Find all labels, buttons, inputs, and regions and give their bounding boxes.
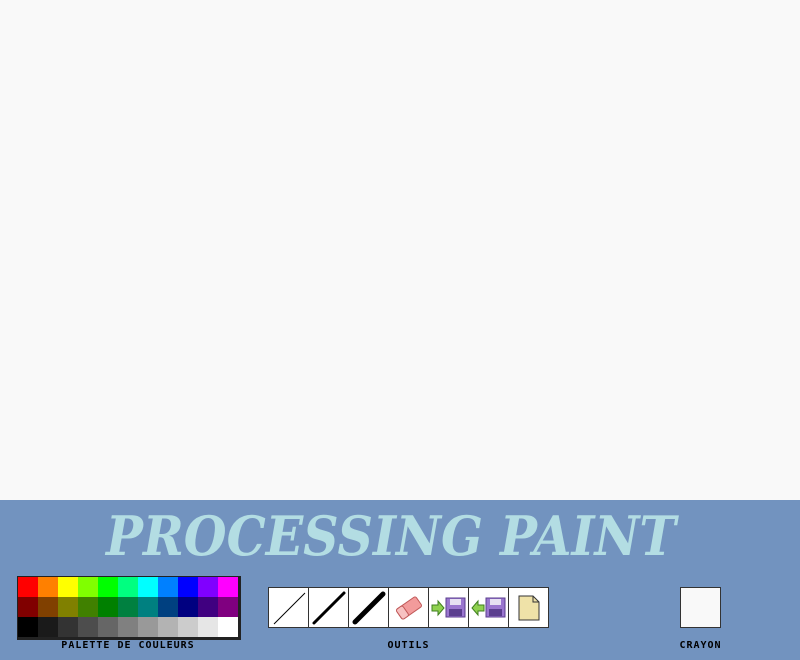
thin-line-icon <box>273 592 305 624</box>
color-swatch[interactable] <box>218 617 238 637</box>
color-swatch[interactable] <box>98 617 118 637</box>
save-icon <box>431 597 465 617</box>
color-swatch[interactable] <box>218 597 238 617</box>
color-swatch[interactable] <box>18 577 38 597</box>
color-swatch[interactable] <box>98 597 118 617</box>
color-palette <box>17 576 241 640</box>
color-swatch[interactable] <box>58 577 78 597</box>
color-swatch[interactable] <box>78 597 98 617</box>
color-swatch[interactable] <box>138 577 158 597</box>
pencil-color-preview <box>680 587 721 628</box>
eraser-icon <box>395 595 422 620</box>
medium-line-icon <box>312 591 345 624</box>
medium-line-tool[interactable] <box>308 587 349 628</box>
new-page-tool[interactable] <box>508 587 549 628</box>
color-swatch[interactable] <box>178 577 198 597</box>
color-swatch[interactable] <box>118 577 138 597</box>
color-swatch[interactable] <box>158 577 178 597</box>
thick-line-tool[interactable] <box>348 587 389 628</box>
color-swatch[interactable] <box>158 617 178 637</box>
color-swatch[interactable] <box>198 597 218 617</box>
color-swatch[interactable] <box>18 617 38 637</box>
color-swatch[interactable] <box>38 577 58 597</box>
color-swatch[interactable] <box>158 597 178 617</box>
load-tool[interactable] <box>468 587 509 628</box>
color-swatch[interactable] <box>138 597 158 617</box>
color-swatch[interactable] <box>198 617 218 637</box>
color-swatch[interactable] <box>78 617 98 637</box>
tools-label: OUTILS <box>387 640 430 651</box>
eraser-tool[interactable] <box>388 587 429 628</box>
color-swatch[interactable] <box>178 597 198 617</box>
color-swatch[interactable] <box>98 577 118 597</box>
color-swatch[interactable] <box>78 577 98 597</box>
tools-toolbar <box>268 587 549 628</box>
color-swatch[interactable] <box>118 617 138 637</box>
color-swatch[interactable] <box>58 617 78 637</box>
color-swatch[interactable] <box>38 617 58 637</box>
thick-line-icon <box>352 591 385 624</box>
load-icon <box>470 597 505 617</box>
app-title: PROCESSING PAINT <box>0 508 800 564</box>
pencil-label: CRAYON <box>679 640 722 651</box>
thin-line-tool[interactable] <box>268 587 309 628</box>
color-swatch[interactable] <box>178 617 198 637</box>
color-swatch[interactable] <box>18 597 38 617</box>
app-title-text: PROCESSING PAINT <box>104 508 679 564</box>
color-swatch[interactable] <box>38 597 58 617</box>
color-swatch[interactable] <box>138 617 158 637</box>
save-tool[interactable] <box>428 587 469 628</box>
palette-label: PALETTE DE COULEURS <box>61 640 195 651</box>
color-swatch[interactable] <box>198 577 218 597</box>
color-swatch[interactable] <box>218 577 238 597</box>
color-swatch[interactable] <box>118 597 138 617</box>
drawing-canvas[interactable] <box>0 0 800 500</box>
color-swatch[interactable] <box>58 597 78 617</box>
control-panel: PROCESSING PAINT PALETTE DE COULEURS OUT… <box>0 500 800 660</box>
new-page-icon <box>518 595 539 620</box>
